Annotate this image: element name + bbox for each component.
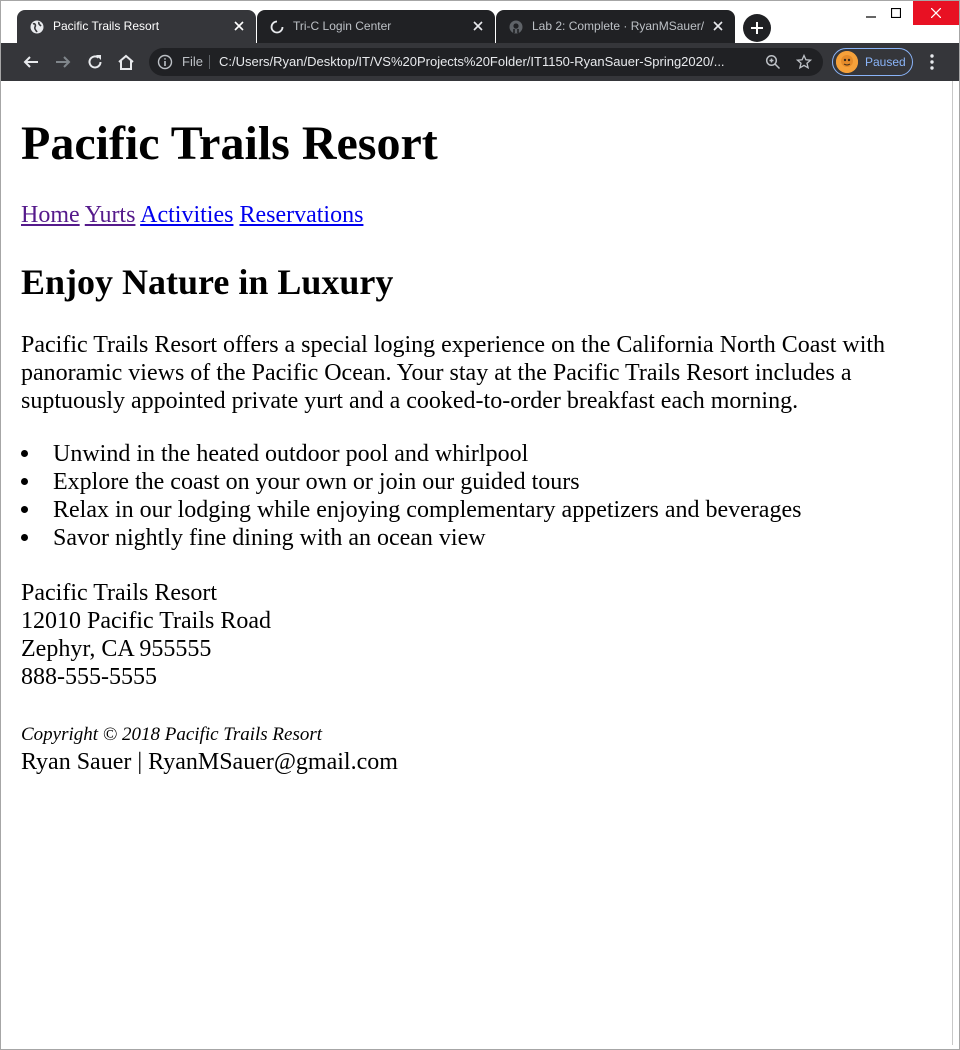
tab-github-lab[interactable]: Lab 2: Complete · RyanMSauer/IT — [496, 10, 735, 43]
tab-tri-c-login[interactable]: Tri-C Login Center — [257, 10, 495, 43]
browser-toolbar: File C:/Users/Ryan/Desktop/IT/VS%20Proje… — [1, 43, 959, 81]
close-window-button[interactable] — [913, 1, 959, 25]
tab-strip: Pacific Trails Resort Tri-C Login Center — [1, 1, 959, 43]
tab-title: Tri-C Login Center — [293, 19, 392, 33]
home-icon — [118, 54, 134, 70]
section-heading: Enjoy Nature in Luxury — [21, 262, 394, 302]
nav-link-home[interactable]: Home — [21, 202, 80, 228]
maximize-icon — [891, 8, 901, 18]
close-icon[interactable] — [470, 18, 486, 34]
maximize-button[interactable] — [881, 1, 911, 25]
plus-icon — [751, 22, 763, 34]
scheme-label: File — [182, 54, 203, 69]
zoom-icon[interactable] — [765, 54, 781, 70]
reload-icon — [88, 55, 102, 69]
page-viewport: Pacific Trails Resort Home Yurts Activit… — [1, 81, 953, 1045]
tab-pacific-trails[interactable]: Pacific Trails Resort — [17, 10, 256, 43]
globe-icon — [29, 19, 45, 35]
address-phone: 888-555-5555 — [21, 664, 157, 690]
address-bar[interactable]: File C:/Users/Ryan/Desktop/IT/VS%20Proje… — [149, 48, 823, 76]
info-icon[interactable] — [157, 54, 173, 70]
feature-list: Unwind in the heated outdoor pool and wh… — [21, 440, 801, 552]
nav-link-reservations[interactable]: Reservations — [239, 202, 363, 228]
nav-link-yurts[interactable]: Yurts — [85, 202, 136, 228]
site-footer: Copyright © 2018 Pacific Trails Resort R… — [21, 722, 398, 776]
back-button[interactable] — [17, 48, 45, 76]
profile-button[interactable]: Paused — [832, 48, 913, 76]
forward-button[interactable] — [49, 48, 77, 76]
contact-address: Pacific Trails Resort 12010 Pacific Trai… — [21, 579, 271, 691]
loading-spinner-icon — [269, 19, 285, 35]
list-item: Explore the coast on your own or join ou… — [21, 468, 801, 496]
close-icon[interactable] — [710, 18, 726, 34]
reload-button[interactable] — [81, 48, 109, 76]
address-city: Zephyr, CA 955555 — [21, 636, 212, 662]
new-tab-button[interactable] — [743, 14, 771, 42]
browser-window: Pacific Trails Resort Tri-C Login Center — [0, 0, 960, 1050]
list-item: Savor nightly fine dining with an ocean … — [21, 524, 801, 552]
minimize-icon — [866, 16, 876, 18]
page-title: Pacific Trails Resort — [21, 117, 438, 170]
close-icon — [931, 8, 941, 18]
avatar — [836, 51, 858, 73]
profile-status: Paused — [865, 55, 906, 69]
arrow-right-icon — [56, 56, 71, 68]
bookmark-star-icon[interactable] — [795, 53, 813, 70]
url-text[interactable]: C:/Users/Ryan/Desktop/IT/VS%20Projects%2… — [219, 48, 749, 76]
address-street: 12010 Pacific Trails Road — [21, 608, 271, 634]
omnibox-divider — [209, 55, 210, 69]
more-vertical-icon — [930, 54, 934, 70]
tab-title: Lab 2: Complete · RyanMSauer/IT — [532, 19, 705, 33]
author-line: Ryan Sauer | RyanMSauer@gmail.com — [21, 749, 398, 775]
close-icon[interactable] — [231, 18, 247, 34]
tab-title: Pacific Trails Resort — [53, 19, 160, 33]
intro-paragraph: Pacific Trails Resort offers a special l… — [21, 332, 886, 414]
main-nav: Home Yurts Activities Reservations — [21, 201, 363, 229]
nav-link-activities[interactable]: Activities — [140, 202, 233, 228]
address-name: Pacific Trails Resort — [21, 580, 217, 606]
browser-menu-button[interactable] — [919, 48, 945, 76]
home-button[interactable] — [112, 48, 140, 76]
github-icon — [508, 19, 524, 35]
list-item: Unwind in the heated outdoor pool and wh… — [21, 440, 801, 468]
arrow-left-icon — [23, 56, 38, 68]
list-item: Relax in our lodging while enjoying comp… — [21, 496, 801, 524]
copyright-text: Copyright © 2018 Pacific Trails Resort — [21, 724, 323, 745]
